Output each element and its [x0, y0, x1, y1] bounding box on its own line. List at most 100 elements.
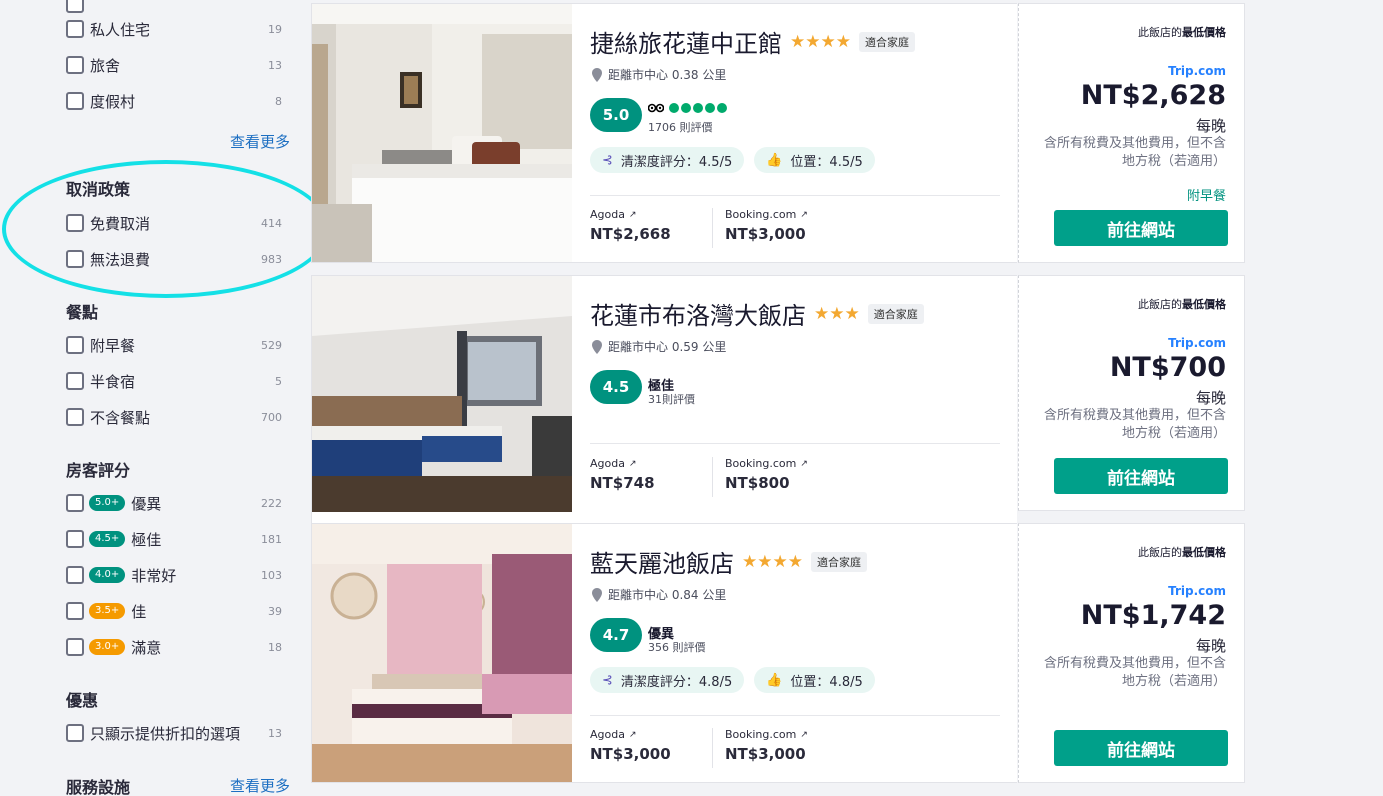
hotel-name[interactable]: 藍天麗池飯店 ★★★★ 適合家庭	[590, 544, 867, 579]
price-source[interactable]: Trip.com	[1168, 336, 1226, 350]
provider-booking[interactable]: Booking.com ↗ NT$800	[725, 457, 808, 492]
checkbox[interactable]	[66, 92, 84, 110]
provider-price[interactable]: NT$3,000	[590, 745, 671, 763]
see-more-property-types-link[interactable]: 查看更多	[230, 131, 290, 152]
checkbox[interactable]	[66, 530, 84, 548]
checkbox[interactable]	[66, 56, 84, 74]
location-text: 位置：4.5/5	[790, 154, 863, 170]
filter-non-refundable[interactable]: 無法退費 983	[66, 247, 282, 271]
checkbox[interactable]	[66, 20, 84, 38]
provider-price[interactable]: NT$3,000	[725, 745, 808, 763]
checkbox[interactable]	[66, 566, 84, 584]
see-more-facilities-link[interactable]: 查看更多	[230, 775, 290, 796]
hotel-name-text[interactable]: 藍天麗池飯店	[590, 544, 734, 579]
filter-property-private-home[interactable]: 私人住宅 19	[66, 17, 282, 41]
checkbox[interactable]	[66, 408, 84, 426]
filter-rating-5[interactable]: 5.0+ 優異 222	[66, 491, 282, 515]
subscore-chips: ⊰ 清潔度評分：4.5/5 👍 位置：4.5/5	[590, 147, 885, 173]
filter-count: 103	[261, 568, 282, 582]
hotel-card[interactable]: 捷絲旅花蓮中正館 ★★★★ 適合家庭 距離市中心 0.38 公里 5.0 170…	[311, 3, 1017, 263]
price-panel: 此飯店的最低價格 Trip.com NT$700 每晚 含所有稅費及其他費用，但…	[1018, 275, 1245, 511]
provider-booking[interactable]: Booking.com ↗ NT$3,000	[725, 728, 808, 763]
location-text: 位置：4.8/5	[790, 674, 863, 690]
checkbox[interactable]	[66, 0, 84, 13]
hotel-name[interactable]: 花蓮市布洛灣大飯店 ★★★ 適合家庭	[590, 296, 924, 331]
filter-label: 無法退費	[90, 250, 151, 269]
distance-info: 距離市中心 0.38 公里	[592, 66, 726, 83]
go-to-site-button[interactable]: 前往網站	[1054, 458, 1228, 494]
rating-dot-icon	[681, 103, 691, 113]
filter-row-partial[interactable]	[66, 0, 282, 16]
provider-name[interactable]: Booking.com	[725, 728, 796, 741]
checkbox[interactable]	[66, 494, 84, 512]
subscore-chips: ⊰ 清潔度評分：4.8/5 👍 位置：4.8/5	[590, 667, 885, 693]
provider-price[interactable]: NT$800	[725, 474, 808, 492]
filter-rating-3-5[interactable]: 3.5+ 佳 39	[66, 599, 282, 623]
filter-property-hostel[interactable]: 旅舍 13	[66, 53, 282, 77]
checkbox[interactable]	[66, 372, 84, 390]
review-score-pill[interactable]: 4.7	[590, 618, 642, 652]
per-night-label: 每晚	[1195, 389, 1226, 407]
review-score-pill[interactable]: 5.0	[590, 98, 642, 132]
provider-name[interactable]: Booking.com	[725, 457, 796, 470]
filter-label: 極佳	[131, 530, 162, 549]
rating-badge: 4.5+	[89, 531, 126, 547]
hotel-photo[interactable]	[312, 524, 572, 782]
provider-price[interactable]: NT$748	[590, 474, 655, 492]
hotel-name-text[interactable]: 捷絲旅花蓮中正館	[590, 24, 782, 59]
filter-discount-only[interactable]: 只顯示提供折扣的選項 13	[66, 721, 282, 745]
filter-rating-3[interactable]: 3.0+ 滿意 18	[66, 635, 282, 659]
filter-label: 不含餐點	[90, 408, 151, 427]
provider-name[interactable]: Agoda	[590, 728, 625, 741]
best-price[interactable]: NT$700	[1110, 352, 1226, 383]
hotel-name[interactable]: 捷絲旅花蓮中正館 ★★★★ 適合家庭	[590, 24, 915, 59]
rating-dot-icon	[669, 103, 679, 113]
per-night-label: 每晚	[1195, 637, 1226, 655]
filter-half-board[interactable]: 半食宿 5	[66, 369, 282, 393]
tax-note: 含所有稅費及其他費用，但不含地方稅（若適用）	[1043, 136, 1226, 169]
best-price-label: 此飯店的最低價格	[1138, 546, 1226, 559]
checkbox[interactable]	[66, 336, 84, 354]
hotel-card[interactable]: 花蓮市布洛灣大飯店 ★★★ 適合家庭 距離市中心 0.59 公里 4.5 極佳 …	[311, 275, 1017, 535]
go-to-site-button[interactable]: 前往網站	[1054, 730, 1228, 766]
checkbox[interactable]	[66, 638, 84, 656]
provider-name[interactable]: Booking.com	[725, 208, 796, 221]
rating-dot-icon	[705, 103, 715, 113]
per-night-label: 每晚	[1195, 117, 1226, 135]
checkbox[interactable]	[66, 602, 84, 620]
filter-count: 5	[275, 374, 282, 388]
review-count: 31則評價	[648, 393, 695, 406]
provider-name[interactable]: Agoda	[590, 457, 625, 470]
rating-badge: 3.5+	[89, 603, 126, 619]
filter-rating-4[interactable]: 4.0+ 非常好 103	[66, 563, 282, 587]
hotel-name-text[interactable]: 花蓮市布洛灣大飯店	[590, 296, 806, 331]
price-source[interactable]: Trip.com	[1168, 64, 1226, 78]
provider-agoda[interactable]: Agoda ↗ NT$2,668	[590, 208, 671, 243]
hotel-photo[interactable]	[312, 276, 572, 534]
go-to-site-button[interactable]: 前往網站	[1054, 210, 1228, 246]
family-friendly-tag: 適合家庭	[867, 303, 924, 324]
best-price[interactable]: NT$2,628	[1081, 80, 1226, 111]
checkbox[interactable]	[66, 724, 84, 742]
provider-price[interactable]: NT$3,000	[725, 225, 808, 243]
provider-price[interactable]: NT$2,668	[590, 225, 671, 243]
provider-booking[interactable]: Booking.com ↗ NT$3,000	[725, 208, 808, 243]
filter-free-cancellation[interactable]: 免費取消 414	[66, 211, 282, 235]
review-score-pill[interactable]: 4.5	[590, 370, 642, 404]
hotel-photo[interactable]	[312, 4, 572, 262]
provider-agoda[interactable]: Agoda ↗ NT$3,000	[590, 728, 671, 763]
checkbox[interactable]	[66, 214, 84, 232]
provider-name[interactable]: Agoda	[590, 208, 625, 221]
provider-agoda[interactable]: Agoda ↗ NT$748	[590, 457, 655, 492]
location-chip: 👍 位置：4.5/5	[754, 147, 875, 173]
filter-rating-4-5[interactable]: 4.5+ 極佳 181	[66, 527, 282, 551]
checkbox[interactable]	[66, 250, 84, 268]
filter-breakfast-included[interactable]: 附早餐 529	[66, 333, 282, 357]
price-source[interactable]: Trip.com	[1168, 584, 1226, 598]
distance-text: 距離市中心 0.38 公里	[608, 68, 727, 82]
best-price[interactable]: NT$1,742	[1081, 600, 1226, 631]
best-price-label: 此飯店的最低價格	[1138, 298, 1226, 311]
filter-no-meals[interactable]: 不含餐點 700	[66, 405, 282, 429]
filter-property-resort[interactable]: 度假村 8	[66, 89, 282, 113]
hotel-card[interactable]: 藍天麗池飯店 ★★★★ 適合家庭 距離市中心 0.84 公里 4.7 優異 35…	[311, 523, 1017, 783]
